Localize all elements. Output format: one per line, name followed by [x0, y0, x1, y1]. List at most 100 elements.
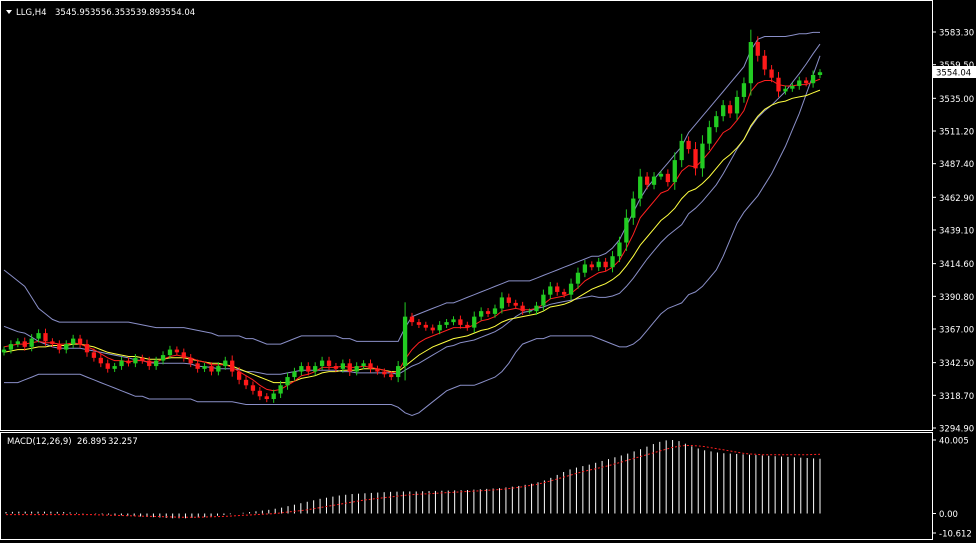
candle-body — [264, 396, 269, 400]
trading-chart-window[interactable]: 3583.303559.503535.003511.203487.403462.… — [0, 0, 976, 543]
candle-body — [57, 344, 62, 350]
macd-label: MACD(12,26,9) — [7, 437, 72, 447]
candle-body — [216, 366, 221, 372]
candle-body — [416, 322, 422, 325]
header-high: 3556.35 — [90, 8, 125, 18]
candle-body — [492, 308, 498, 314]
candle-body — [133, 357, 138, 364]
candle-body — [472, 316, 477, 328]
candle-body — [347, 363, 352, 372]
candle-body — [112, 366, 117, 369]
candle-body — [188, 357, 193, 364]
candle-body — [202, 366, 207, 369]
header-close: 3554.04 — [160, 8, 195, 18]
candle-body — [465, 324, 470, 328]
candle-body — [479, 311, 484, 317]
candle-body — [195, 363, 200, 369]
price-axis-label: 3462.90 — [939, 194, 974, 204]
chart-background — [0, 0, 976, 543]
candle-body — [561, 291, 567, 295]
candle-body — [389, 374, 394, 378]
candle-body — [140, 357, 145, 361]
candle-body — [209, 366, 214, 372]
candle-body — [375, 368, 380, 372]
candle-body — [333, 366, 339, 369]
candle-body — [686, 140, 691, 150]
candle-body — [84, 344, 90, 353]
candle-body — [568, 283, 574, 295]
candle-body — [672, 160, 677, 183]
candle-body — [236, 371, 242, 380]
candle-body — [257, 390, 263, 397]
candle-body — [458, 319, 463, 325]
candle-body — [147, 360, 152, 367]
candle-body — [36, 333, 41, 339]
candle-body — [810, 74, 816, 84]
candle-body — [506, 297, 511, 303]
candle-body — [368, 363, 373, 369]
price-axis-label: 3583.30 — [939, 29, 974, 39]
candle-body — [679, 140, 684, 161]
price-axis-label: 3294.90 — [939, 425, 974, 435]
candle-body — [119, 360, 124, 367]
candle-body — [665, 173, 671, 183]
candle-body — [624, 217, 629, 243]
candle-body — [50, 341, 55, 345]
price-axis-label: 3487.40 — [939, 160, 974, 170]
candle-body — [299, 366, 304, 372]
candle-body — [741, 83, 747, 97]
candle-body — [714, 116, 719, 128]
candle-body — [631, 198, 636, 218]
candle-body — [29, 338, 34, 347]
price-axis-label: 3414.60 — [939, 260, 974, 270]
macd-axis-label: 0.00 — [939, 510, 958, 520]
candle-body — [181, 352, 186, 358]
candle-body — [817, 72, 823, 75]
candle-body — [271, 393, 276, 400]
candle-body — [340, 363, 345, 369]
candle-body — [223, 360, 228, 367]
macd-main-value: 26.895 — [77, 437, 107, 447]
candle-body — [292, 371, 297, 378]
candle-body — [797, 80, 802, 86]
header-open: 3545.95 — [55, 8, 90, 18]
header-symbol: LLG,H4 — [16, 8, 47, 18]
candle-body — [430, 327, 435, 331]
candle-body — [721, 105, 726, 117]
candle-body — [748, 42, 753, 84]
candle-body — [250, 385, 256, 391]
candle-body — [707, 127, 712, 144]
candle-body — [658, 173, 664, 177]
candle-body — [326, 360, 332, 367]
current-price-label: 3554.04 — [936, 69, 971, 79]
candle-body — [651, 176, 657, 185]
candle-body — [734, 96, 740, 114]
candle-body — [783, 88, 788, 92]
candle-body — [8, 344, 14, 350]
candle-body — [126, 360, 131, 364]
candle-body — [98, 357, 103, 364]
candle-body — [361, 363, 366, 367]
candle-body — [15, 341, 20, 345]
candle-body — [596, 261, 601, 268]
candle-body — [527, 311, 532, 313]
price-axis-label: 3439.10 — [939, 227, 974, 237]
candle-body — [444, 322, 449, 325]
current-price-marker: 3554.04 — [933, 66, 976, 79]
candle-body — [451, 319, 456, 323]
candle-body — [105, 363, 110, 369]
candle-body — [354, 366, 359, 372]
candle-body — [548, 286, 553, 295]
candle-body — [582, 264, 588, 273]
candle-body — [610, 256, 615, 268]
candle-body — [71, 338, 76, 345]
candle-body — [555, 286, 560, 292]
candle-body — [243, 379, 249, 386]
candle-body — [437, 324, 442, 331]
candle-body — [278, 385, 283, 394]
candle-body — [382, 371, 387, 375]
price-axis-label: 3535.00 — [939, 95, 974, 105]
candle-body — [77, 338, 83, 345]
candle-body — [313, 366, 318, 372]
candle-body — [319, 360, 325, 367]
